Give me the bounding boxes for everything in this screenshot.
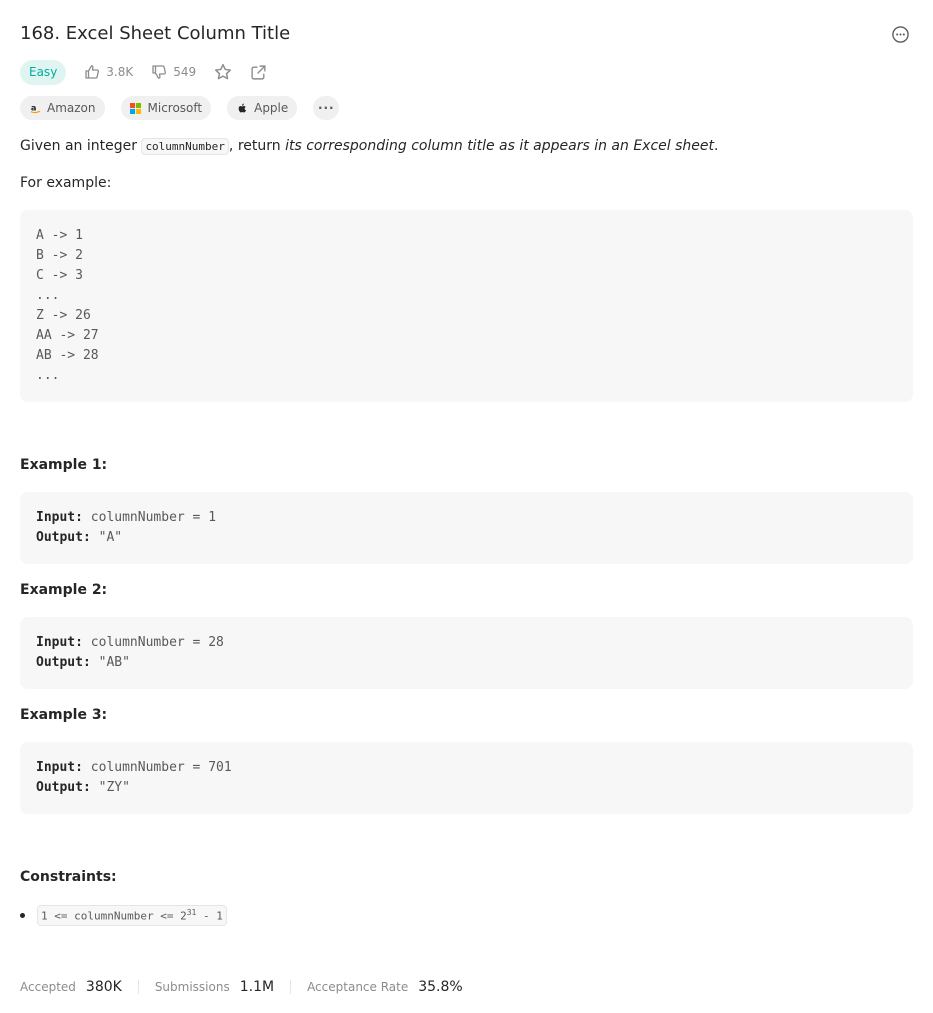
constraints-heading: Constraints: bbox=[20, 869, 117, 885]
example-2-heading: Example 2: bbox=[20, 582, 108, 598]
description-emphasis: its corresponding column title as it app… bbox=[285, 138, 714, 154]
constraint-exponent: 31 bbox=[186, 908, 197, 917]
description-text: . bbox=[714, 138, 719, 154]
share-button[interactable] bbox=[250, 64, 267, 81]
svg-text:a: a bbox=[30, 103, 36, 112]
company-tags: a Amazon Microsoft Apple ··· bbox=[20, 96, 340, 120]
share-icon bbox=[251, 64, 266, 80]
constraint-text: 1 <= columnNumber <= 2 bbox=[41, 909, 187, 923]
acceptance-rate-label: Acceptance Rate bbox=[307, 980, 409, 994]
output-label: Output: bbox=[36, 530, 91, 545]
code-line: Z -> 26 bbox=[36, 308, 91, 323]
problem-description: Given an integer columnNumber, return it… bbox=[20, 136, 718, 157]
example-1-block: Input: columnNumber = 1 Output: "A" bbox=[20, 492, 913, 564]
tag-label: Amazon bbox=[47, 101, 96, 115]
code-line: AB -> 28 bbox=[36, 348, 99, 363]
example-input-line: Input: columnNumber = 1 bbox=[36, 508, 897, 528]
input-value: columnNumber = 1 bbox=[90, 510, 217, 525]
submission-stats: Accepted 380K Submissions 1.1M Acceptanc… bbox=[20, 979, 463, 995]
amazon-icon: a bbox=[29, 102, 41, 114]
example-3-heading: Example 3: bbox=[20, 707, 108, 723]
constraint-text: - 1 bbox=[196, 909, 223, 923]
output-value: "ZY" bbox=[98, 780, 130, 795]
description-text: , return bbox=[228, 138, 286, 154]
example-output-line: Output: "A" bbox=[36, 528, 897, 548]
thumbs-down-icon bbox=[152, 65, 167, 79]
mapping-code-block: A -> 1 B -> 2 C -> 3 ... Z -> 26 AA -> 2… bbox=[20, 210, 913, 402]
submissions-label: Submissions bbox=[154, 980, 230, 994]
input-value: columnNumber = 28 bbox=[90, 635, 224, 650]
code-line: AA -> 27 bbox=[36, 328, 99, 343]
code-line: ... bbox=[36, 368, 60, 383]
code-line: A -> 1 bbox=[36, 228, 83, 243]
code-line: C -> 3 bbox=[36, 268, 83, 283]
output-value: "AB" bbox=[98, 655, 130, 670]
accepted-value: 380K bbox=[85, 979, 122, 995]
tag-label: Microsoft bbox=[147, 101, 203, 115]
example-output-line: Output: "ZY" bbox=[36, 778, 897, 798]
acceptance-rate-value: 35.8% bbox=[418, 979, 463, 995]
example-3-block: Input: columnNumber = 701 Output: "ZY" bbox=[20, 742, 913, 814]
output-label: Output: bbox=[36, 780, 91, 795]
code-line: ... bbox=[36, 288, 60, 303]
dislike-button[interactable]: 549 bbox=[151, 64, 196, 80]
example-input-line: Input: columnNumber = 701 bbox=[36, 758, 897, 778]
input-label: Input: bbox=[36, 760, 83, 775]
example-output-line: Output: "AB" bbox=[36, 653, 897, 673]
problem-title: 168. Excel Sheet Column Title bbox=[20, 23, 291, 44]
submissions-value: 1.1M bbox=[239, 979, 275, 995]
description-text: Given an integer bbox=[20, 138, 142, 154]
apple-icon bbox=[236, 102, 248, 114]
difficulty-badge: Easy bbox=[20, 59, 67, 85]
bullet bbox=[20, 912, 25, 918]
star-icon bbox=[215, 63, 232, 80]
more-options-button[interactable] bbox=[891, 25, 910, 44]
more-horizontal-circle-icon bbox=[892, 26, 909, 43]
tag-apple[interactable]: Apple bbox=[227, 96, 298, 120]
input-label: Input: bbox=[36, 635, 83, 650]
problem-meta-row: Easy 3.8K 549 bbox=[20, 59, 267, 85]
for-example-text: For example: bbox=[20, 175, 112, 191]
microsoft-icon bbox=[130, 102, 142, 114]
tag-amazon[interactable]: a Amazon bbox=[20, 96, 105, 120]
output-value: "A" bbox=[98, 530, 123, 545]
stat-divider bbox=[290, 980, 292, 994]
example-input-line: Input: columnNumber = 28 bbox=[36, 633, 897, 653]
example-2-block: Input: columnNumber = 28 Output: "AB" bbox=[20, 617, 913, 689]
code-line: B -> 2 bbox=[36, 248, 83, 263]
tag-microsoft[interactable]: Microsoft bbox=[120, 96, 212, 120]
example-1-heading: Example 1: bbox=[20, 457, 108, 473]
output-label: Output: bbox=[36, 655, 91, 670]
constraint-item: 1 <= columnNumber <= 231 - 1 bbox=[20, 905, 227, 926]
more-tags-button[interactable]: ··· bbox=[313, 96, 340, 120]
accepted-label: Accepted bbox=[20, 980, 76, 994]
tag-label: Apple bbox=[254, 101, 289, 115]
thumbs-up-icon bbox=[85, 65, 100, 79]
input-value: columnNumber = 701 bbox=[90, 760, 232, 775]
stat-divider bbox=[137, 980, 139, 994]
like-button[interactable]: 3.8K bbox=[84, 64, 133, 80]
like-count: 3.8K bbox=[106, 65, 134, 79]
inline-code: columnNumber bbox=[141, 138, 229, 155]
constraint-code: 1 <= columnNumber <= 231 - 1 bbox=[37, 905, 227, 926]
favorite-button[interactable] bbox=[214, 63, 232, 81]
input-label: Input: bbox=[36, 510, 83, 525]
dislike-count: 549 bbox=[173, 65, 197, 79]
